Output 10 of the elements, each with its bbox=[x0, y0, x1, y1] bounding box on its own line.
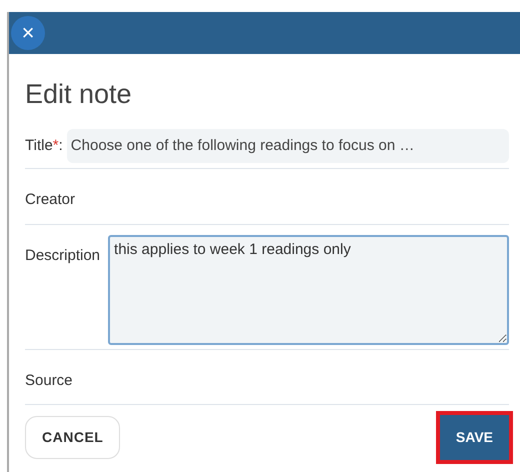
field-label: Source bbox=[25, 370, 73, 390]
close-button[interactable]: × bbox=[11, 16, 45, 50]
field-label: Description bbox=[25, 246, 100, 266]
title-field[interactable]: Choose one of the following readings to focus on … bbox=[66, 128, 509, 163]
field-label: Title*: bbox=[25, 136, 63, 156]
field-label: Creator bbox=[25, 190, 76, 210]
description-field[interactable]: this applies to week 1 readings only bbox=[108, 234, 509, 344]
cancel-button[interactable]: CANCEL bbox=[25, 416, 120, 459]
save-button[interactable]: SAVE bbox=[440, 415, 509, 460]
dialog-title: Edit note bbox=[25, 78, 133, 111]
